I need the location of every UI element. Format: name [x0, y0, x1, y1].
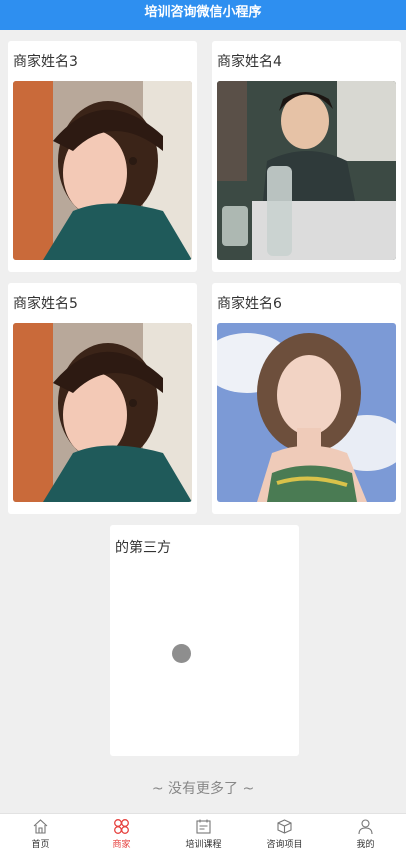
- tab-consult[interactable]: 咨询项目: [244, 814, 325, 851]
- box-icon: [277, 819, 292, 834]
- no-more-label: ~ 没有更多了 ~: [151, 781, 255, 797]
- merchant-photo: [13, 81, 192, 260]
- merchant-icon: [114, 819, 129, 834]
- tab-label: 培训课程: [185, 840, 222, 850]
- merchant-photo: [13, 323, 192, 502]
- page-title-bar: 培训咨询微信小程序: [0, 0, 406, 30]
- merchant-name: 的第三方: [115, 540, 171, 556]
- calendar-icon: [196, 819, 211, 834]
- tab-home[interactable]: 首页: [0, 814, 81, 851]
- merchant-card[interactable]: 商家姓名5: [8, 283, 197, 514]
- merchant-photo: [217, 323, 396, 502]
- merchant-name: 商家姓名3: [13, 54, 78, 70]
- loading-indicator: [172, 644, 191, 663]
- bottom-tab-bar: 首页 商家 培训课程 咨询项目 我的: [0, 813, 406, 851]
- home-icon: [33, 819, 48, 834]
- merchant-name: 商家姓名4: [217, 54, 282, 70]
- merchant-photo: [217, 81, 396, 260]
- tab-label: 我的: [356, 840, 375, 850]
- merchant-card[interactable]: 的第三方: [110, 525, 299, 756]
- user-icon: [358, 819, 373, 835]
- tab-label: 首页: [31, 840, 50, 850]
- tab-label: 咨询项目: [266, 840, 303, 850]
- tab-mine[interactable]: 我的: [325, 814, 406, 851]
- tab-label: 商家: [112, 840, 131, 850]
- merchant-name: 商家姓名5: [13, 296, 78, 312]
- merchant-name: 商家姓名6: [217, 296, 282, 312]
- page-title: 培训咨询微信小程序: [144, 5, 262, 20]
- merchant-card[interactable]: 商家姓名4: [212, 41, 401, 272]
- merchant-card[interactable]: 商家姓名6: [212, 283, 401, 514]
- tab-merchant[interactable]: 商家: [81, 814, 162, 851]
- merchant-card[interactable]: 商家姓名3: [8, 41, 197, 272]
- tab-courses[interactable]: 培训课程: [163, 814, 244, 851]
